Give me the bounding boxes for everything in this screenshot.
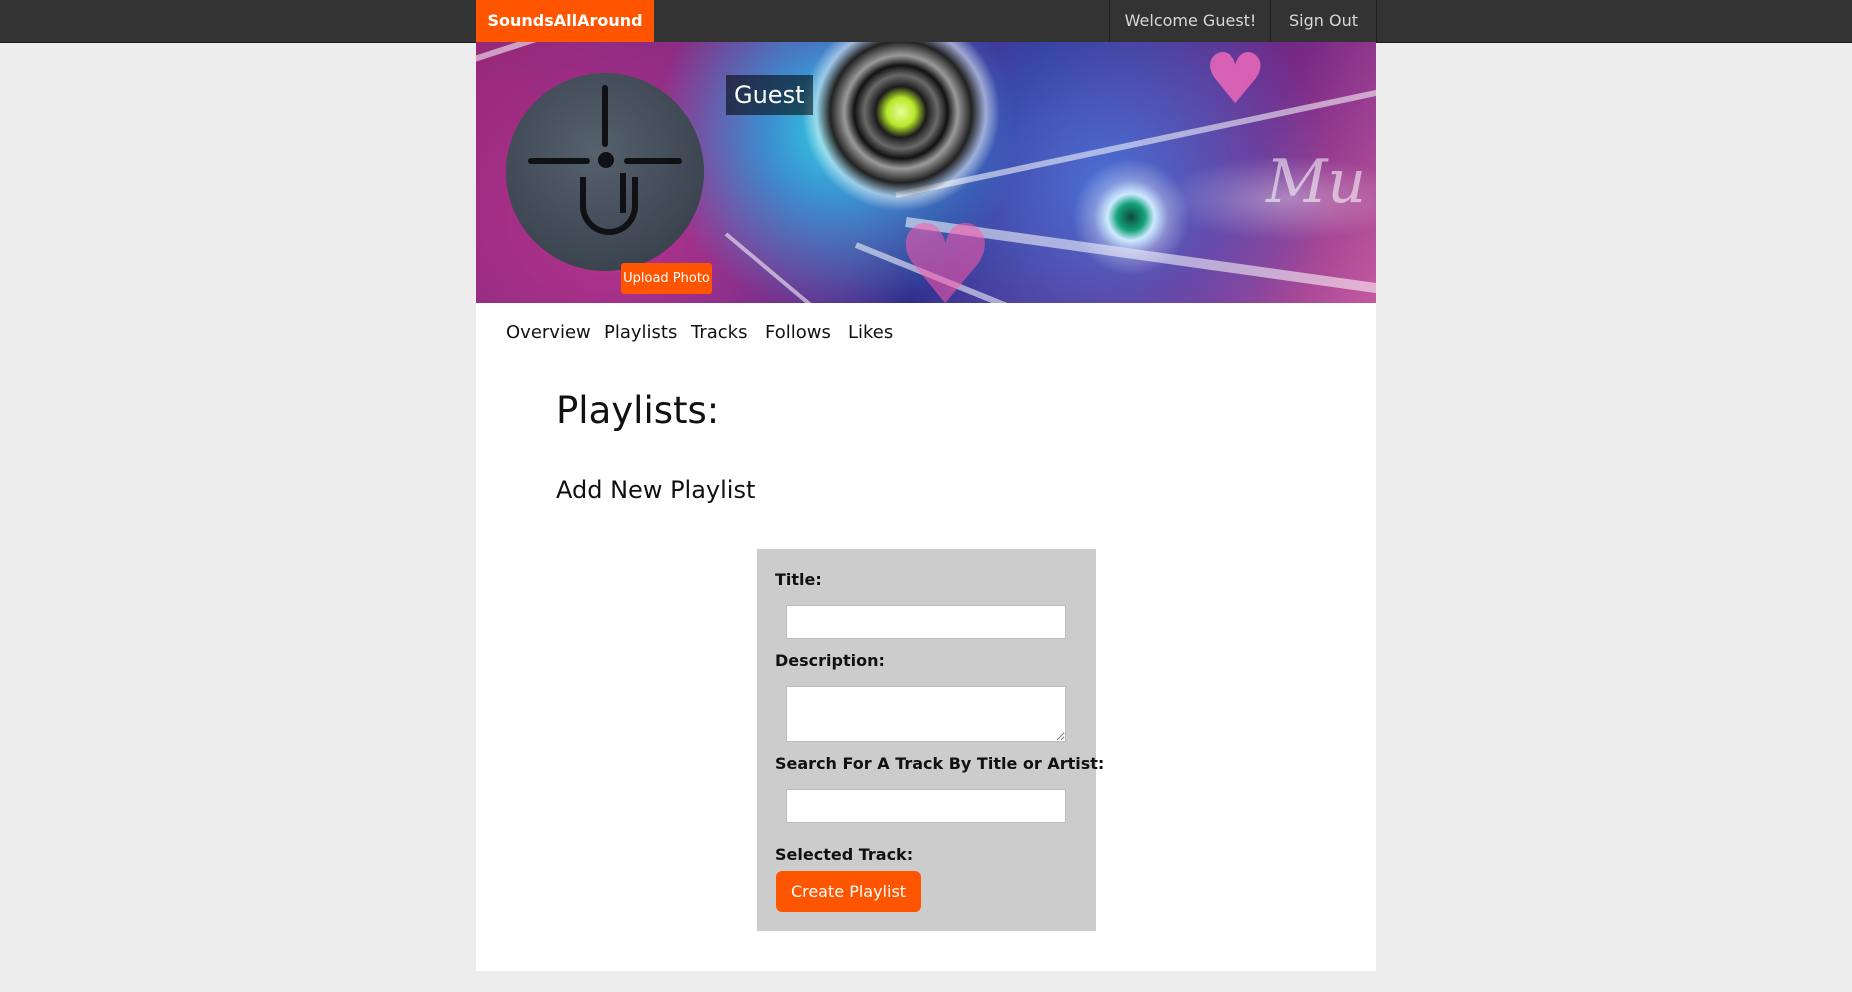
title-input[interactable]: [786, 605, 1066, 639]
selected-track-label: Selected Track:: [775, 845, 914, 864]
page-title: Playlists:: [556, 389, 720, 432]
title-label: Title:: [775, 570, 822, 589]
tab-overview[interactable]: Overview: [506, 322, 591, 343]
sign-out-link[interactable]: Sign Out: [1270, 0, 1377, 42]
top-nav-bar: SoundsAllAround Welcome Guest! Sign Out: [0, 0, 1852, 43]
track-search-input[interactable]: [786, 789, 1066, 823]
description-textarea[interactable]: [786, 686, 1066, 742]
tab-playlists[interactable]: Playlists: [604, 322, 677, 343]
track-search-label: Search For A Track By Title or Artist:: [775, 754, 1105, 773]
new-playlist-form: Title: Description: Search For A Track B…: [757, 549, 1104, 931]
heart-icon: ♥: [1204, 42, 1267, 120]
profile-banner: ♥ ♥ Mu Upload Photo Guest: [476, 42, 1376, 303]
create-playlist-button[interactable]: Create Playlist: [776, 871, 921, 912]
heart-icon: ♥: [896, 201, 995, 303]
description-label: Description:: [775, 651, 885, 670]
avatar: [506, 73, 704, 271]
tab-likes[interactable]: Likes: [848, 322, 893, 343]
tab-tracks[interactable]: Tracks: [691, 322, 747, 343]
banner-script-text: Mu: [1266, 147, 1367, 217]
upload-photo-button[interactable]: Upload Photo: [621, 263, 712, 294]
brand-logo-link[interactable]: SoundsAllAround: [476, 0, 654, 42]
banner-speaker-ring: [801, 42, 1001, 212]
tab-follows[interactable]: Follows: [765, 322, 831, 343]
profile-user-name: Guest: [726, 75, 813, 115]
banner-streak: [476, 42, 743, 68]
banner-speaker-ring: [1056, 142, 1206, 292]
main-container: ♥ ♥ Mu Upload Photo Guest Overview Playl…: [476, 42, 1376, 971]
anchor-cross-icon: [580, 177, 638, 235]
welcome-user-link[interactable]: Welcome Guest!: [1109, 0, 1271, 42]
section-title: Add New Playlist: [556, 476, 756, 504]
